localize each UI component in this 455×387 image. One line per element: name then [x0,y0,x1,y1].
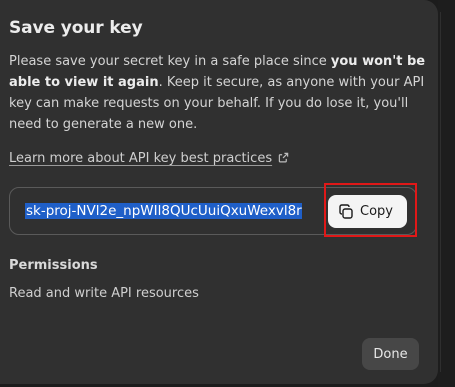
learn-more-link[interactable]: Learn more about API key best practices [9,151,289,167]
external-link-icon [278,152,289,167]
permissions-value: Read and write API resources [9,286,199,301]
secret-key-value[interactable]: sk-proj-NVl2e_npWIl8QUcUuiQxuWexvl8r [25,203,302,219]
learn-more-link-text[interactable]: Learn more about API key best practices [9,151,272,166]
background-page-edge [438,0,455,387]
secret-key-text[interactable]: sk-proj-NVl2e_npWIl8QUcUuiQxuWexvl8r [25,200,325,222]
dialog-description: Please save your secret key in a safe pl… [9,51,429,135]
done-button[interactable]: Done [362,338,419,370]
permissions-heading: Permissions [9,258,98,273]
description-text-start: Please save your secret key in a safe pl… [9,54,331,69]
copy-button-annotation-box [324,183,417,237]
divider [440,12,441,372]
save-key-dialog: Save your key Please save your secret ke… [0,0,438,384]
dialog-title: Save your key [9,18,143,38]
